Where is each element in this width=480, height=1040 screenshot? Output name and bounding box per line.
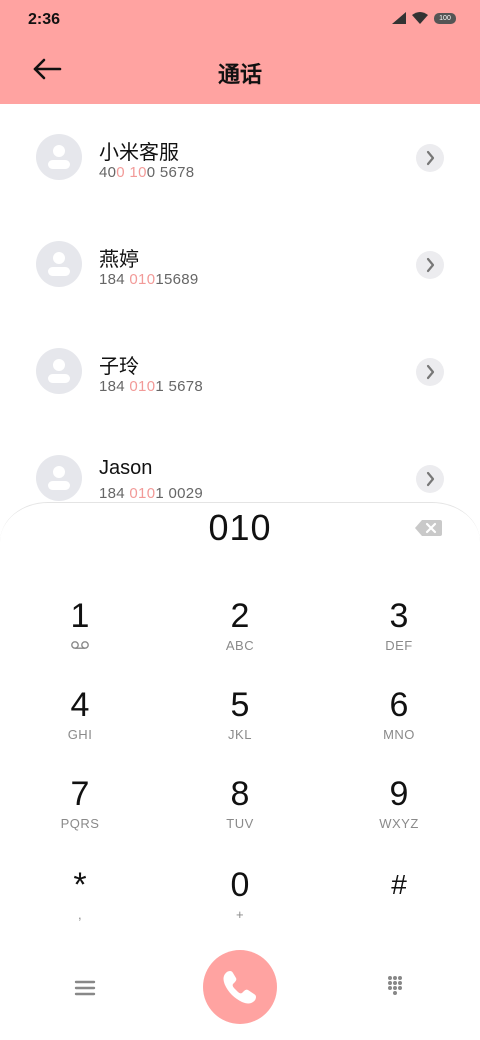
contact-row[interactable]: 子玲 184 0101 5678 [0, 318, 480, 425]
person-icon [48, 359, 70, 383]
keypad-grid-icon [388, 976, 402, 995]
key-digit: 9 [389, 775, 409, 813]
dial-key-8[interactable]: 8 TUV [185, 774, 295, 854]
backspace-icon [415, 520, 442, 536]
dial-key-7[interactable]: 7 PQRS [25, 774, 135, 854]
person-icon [48, 145, 70, 169]
dial-key-hash[interactable]: # [344, 865, 454, 945]
key-digit: 0 [230, 866, 250, 904]
key-letters: , [77, 907, 83, 922]
contact-name: 子玲 [99, 356, 139, 378]
voicemail-icon [71, 641, 89, 649]
key-digit: 7 [70, 775, 90, 813]
chevron-right-icon [426, 257, 435, 273]
contact-detail-button[interactable] [416, 251, 444, 279]
avatar [36, 134, 82, 180]
avatar [36, 241, 82, 287]
key-digit: * [73, 866, 87, 904]
dial-key-2[interactable]: 2 ABC [185, 596, 295, 676]
key-letters: JKL [228, 727, 252, 742]
avatar [36, 455, 82, 501]
key-letters: + [235, 907, 245, 922]
contact-detail-button[interactable] [416, 358, 444, 386]
dial-key-6[interactable]: 6 MNO [344, 685, 454, 765]
key-digit: 1 [70, 597, 90, 635]
call-button[interactable] [203, 950, 277, 1024]
dial-key-4[interactable]: 4 GHI [25, 685, 135, 765]
avatar [36, 348, 82, 394]
bottom-action-bar [0, 948, 480, 1028]
dial-key-0[interactable]: 0 + [185, 865, 295, 945]
contact-detail-button[interactable] [416, 465, 444, 493]
contact-row[interactable]: 燕婷 184 01015689 [0, 211, 480, 318]
status-time: 2:36 [28, 11, 61, 28]
cellular-signal-icon [392, 12, 406, 24]
chevron-right-icon [426, 364, 435, 380]
dial-number-display[interactable]: 010 [0, 507, 480, 549]
status-bar: 2:36 100 [0, 0, 480, 40]
person-icon [48, 252, 70, 276]
wifi-icon [412, 12, 428, 24]
key-digit: # [391, 869, 407, 900]
key-letters: GHI [67, 727, 93, 742]
person-icon [48, 466, 70, 490]
key-digit: 8 [230, 775, 250, 813]
menu-icon [74, 980, 96, 996]
dial-key-1[interactable]: 1 [25, 596, 135, 676]
page-title: 通话 [217, 63, 262, 88]
dial-key-5[interactable]: 5 JKL [185, 685, 295, 765]
contact-number: 184 01015689 [99, 271, 199, 288]
contact-list: 小米客服 400 100 5678 燕婷 184 01015689 子玲 184… [0, 104, 480, 532]
key-letters: ABC [225, 638, 255, 653]
battery-icon: 100 [434, 12, 456, 24]
contact-name: 燕婷 [99, 249, 139, 271]
chevron-right-icon [426, 150, 435, 166]
keypad-toggle-button[interactable] [382, 972, 412, 1002]
chevron-right-icon [426, 471, 435, 487]
app-bar: 通话 [0, 40, 480, 104]
contact-name: 小米客服 [99, 142, 179, 164]
key-letters: MNO [383, 727, 415, 742]
menu-button[interactable] [70, 972, 100, 1002]
key-letters: PQRS [60, 816, 100, 831]
key-letters: TUV [226, 816, 254, 831]
key-digit: 5 [230, 686, 250, 724]
contact-number: 400 100 5678 [99, 164, 195, 181]
dial-key-9[interactable]: 9 WXYZ [344, 774, 454, 854]
key-digit: 2 [230, 597, 250, 635]
contact-name: Jason [99, 457, 153, 479]
key-digit: 3 [389, 597, 409, 635]
backspace-button[interactable] [412, 515, 444, 541]
key-letters: DEF [385, 638, 413, 653]
contact-detail-button[interactable] [416, 144, 444, 172]
key-digit: 4 [70, 686, 90, 724]
dial-key-3[interactable]: 3 DEF [344, 596, 454, 676]
key-letters: WXYZ [379, 816, 419, 831]
contact-number: 184 0101 0029 [99, 485, 204, 502]
contact-row[interactable]: 小米客服 400 100 5678 [0, 104, 480, 211]
phone-icon [223, 971, 256, 1004]
status-icons: 100 [392, 12, 456, 24]
contact-number: 184 0101 5678 [99, 378, 204, 395]
dial-key-star[interactable]: * , [25, 865, 135, 945]
key-digit: 6 [389, 686, 409, 724]
